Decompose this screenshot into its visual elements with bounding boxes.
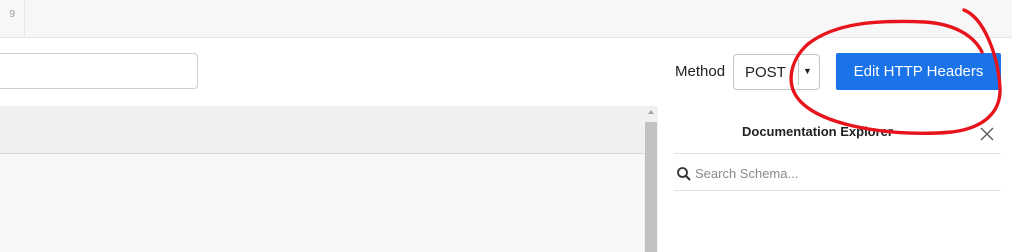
select-divider <box>798 59 799 85</box>
search-icon <box>677 167 691 181</box>
editor-toolbar <box>0 106 644 154</box>
doc-explorer-divider <box>674 153 1001 154</box>
edit-http-headers-button[interactable]: Edit HTTP Headers <box>836 53 1001 90</box>
scrollbar-thumb[interactable] <box>645 122 657 252</box>
schema-search-input[interactable]: Search Schema... <box>695 166 798 181</box>
schema-search[interactable]: Search Schema... <box>676 166 1001 186</box>
method-label: Method <box>675 63 726 80</box>
tab-label: 9 <box>9 9 15 20</box>
method-select[interactable]: POST ▼ <box>733 54 820 90</box>
top-tab-bar: 9 <box>0 0 1012 38</box>
tab-partial[interactable]: 9 <box>0 0 25 38</box>
search-underline <box>674 190 1001 191</box>
close-icon[interactable] <box>978 125 996 143</box>
doc-explorer-title: Documentation Explorer <box>742 124 893 139</box>
method-value: POST <box>745 64 786 81</box>
scroll-up-icon[interactable] <box>648 110 654 114</box>
chevron-down-icon: ▼ <box>803 66 812 76</box>
query-editor[interactable] <box>0 154 644 252</box>
endpoint-url-input[interactable] <box>0 53 198 89</box>
